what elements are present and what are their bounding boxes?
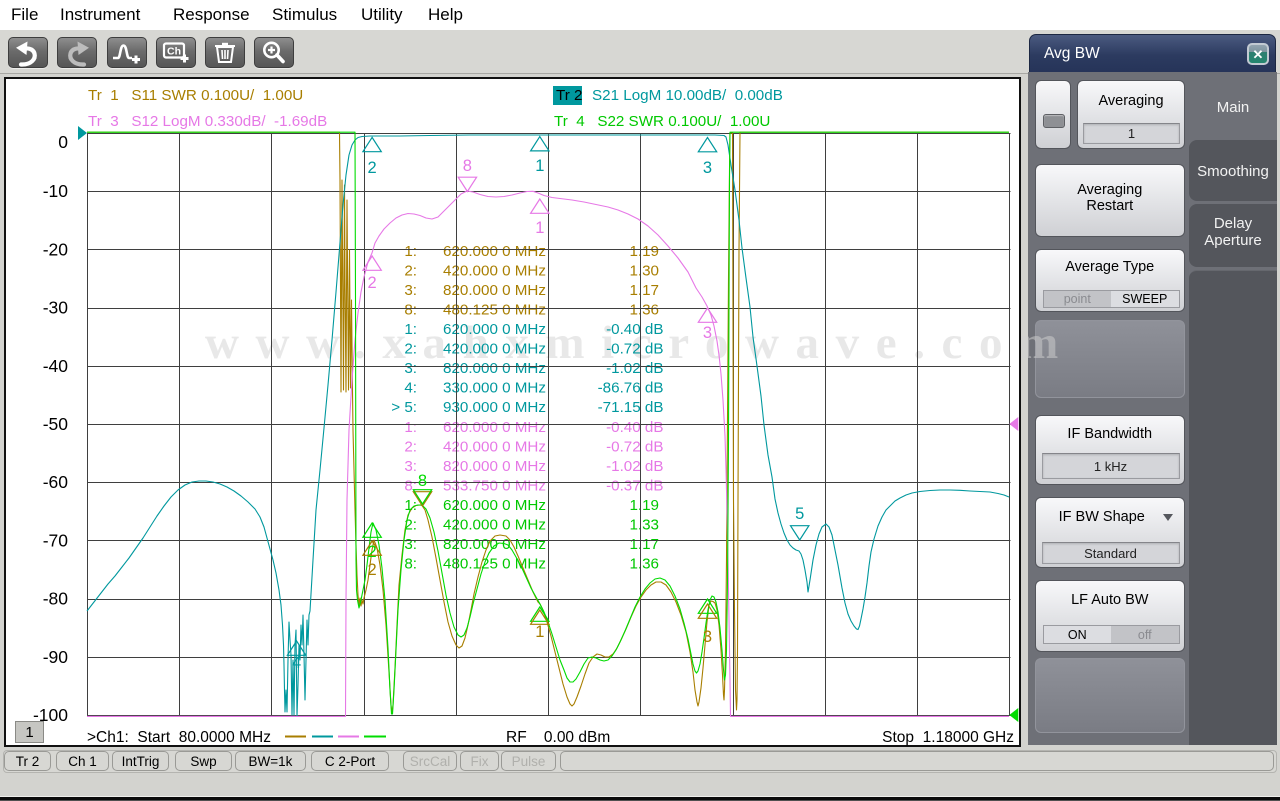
svg-text:Ch: Ch xyxy=(167,46,181,58)
